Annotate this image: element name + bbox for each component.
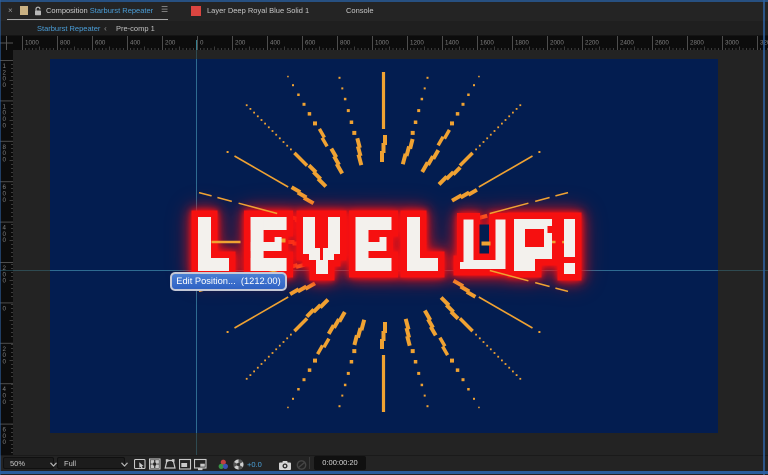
svg-text:1600: 1600 [480, 40, 494, 47]
svg-text:1400: 1400 [445, 40, 459, 47]
svg-text:200: 200 [165, 40, 176, 47]
svg-text:2800: 2800 [690, 40, 704, 47]
svg-text:200: 200 [235, 40, 246, 47]
svg-text:1000: 1000 [25, 40, 39, 47]
svg-text:800: 800 [340, 40, 351, 47]
svg-text:0: 0 [3, 237, 7, 244]
svg-text:0: 0 [3, 82, 7, 89]
svg-text:0: 0 [3, 122, 7, 129]
svg-text:0: 0 [3, 399, 7, 406]
svg-text:800: 800 [60, 40, 71, 47]
svg-text:0: 0 [3, 305, 7, 312]
svg-text:1800: 1800 [515, 40, 529, 47]
svg-text:0: 0 [3, 197, 7, 204]
svg-text:600: 600 [95, 40, 106, 47]
svg-text:1000: 1000 [375, 40, 389, 47]
svg-text:0: 0 [200, 40, 204, 47]
svg-text:0: 0 [3, 278, 7, 285]
svg-text:1200: 1200 [410, 40, 424, 47]
svg-text:400: 400 [130, 40, 141, 47]
svg-text:0: 0 [3, 439, 7, 446]
svg-text:3000: 3000 [725, 40, 739, 47]
svg-text:2400: 2400 [620, 40, 634, 47]
svg-text:600: 600 [305, 40, 316, 47]
svg-text:2200: 2200 [585, 40, 599, 47]
svg-text:0: 0 [3, 156, 7, 163]
svg-text:400: 400 [270, 40, 281, 47]
svg-text:2000: 2000 [550, 40, 564, 47]
svg-text:0: 0 [3, 358, 7, 365]
svg-text:2600: 2600 [655, 40, 669, 47]
